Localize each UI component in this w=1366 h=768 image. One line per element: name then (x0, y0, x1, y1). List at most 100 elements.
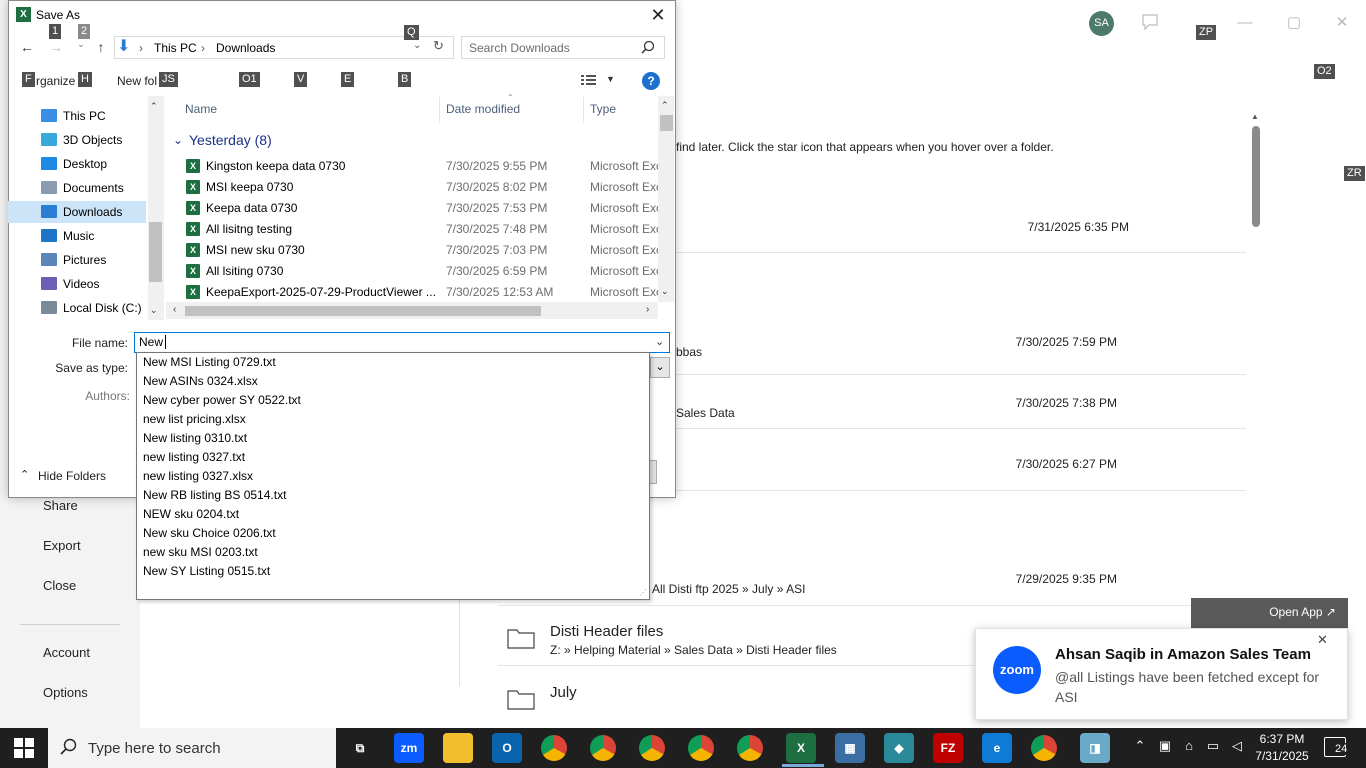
autocomplete-item[interactable]: new sku MSI 0203.txt (143, 543, 258, 562)
excel-icon[interactable]: X (786, 733, 816, 763)
autocomplete-item[interactable]: new listing 0327.txt (143, 448, 245, 467)
scroll-up-icon[interactable]: ▲ (1251, 112, 1259, 121)
maximize-icon[interactable]: ▢ (1279, 8, 1309, 38)
file-row[interactable]: X Kingston keepa data 0730 7/30/2025 9:55 … (184, 156, 658, 177)
back-arrow-icon[interactable]: ← (18, 39, 36, 55)
notes-icon[interactable]: ◨ (1080, 733, 1110, 763)
scroll-left-icon[interactable]: ‹ (173, 304, 176, 315)
account-nav-item[interactable]: Account (43, 645, 90, 660)
date-column-header[interactable]: Date modified (446, 102, 520, 116)
cancel-button[interactable] (649, 460, 657, 484)
view-options-icon[interactable] (581, 74, 599, 86)
resize-grip-icon[interactable]: ⋰ (639, 588, 647, 597)
tree-item-3d-objects[interactable]: 3D Objects (8, 129, 146, 151)
autocomplete-item[interactable]: New cyber power SY 0522.txt (143, 391, 301, 410)
tree-item-this-pc[interactable]: This PC (8, 105, 146, 127)
export-nav-item[interactable]: Export (43, 538, 81, 553)
up-arrow-icon[interactable]: ↑ (92, 39, 110, 55)
task-view-icon[interactable]: ⧉ (345, 733, 375, 763)
tree-item-videos[interactable]: Videos (8, 273, 146, 295)
autocomplete-item[interactable]: New ASINs 0324.xlsx (143, 372, 258, 391)
autocomplete-item[interactable]: New sku Choice 0206.txt (143, 524, 276, 543)
tree-item-music[interactable]: Music (8, 225, 146, 247)
tree-item-local-disk-c[interactable]: Local Disk (C:) (8, 297, 146, 319)
file-row[interactable]: X All lisitng testing 7/30/2025 7:48 PM Mic… (184, 219, 658, 240)
app-icon[interactable]: ◆ (884, 733, 914, 763)
close-window-icon[interactable]: ✕ (1327, 8, 1357, 38)
zoom-icon[interactable]: zm (394, 733, 424, 763)
file-list-hscroll-thumb[interactable] (185, 306, 541, 316)
calculator-icon[interactable]: ▦ (835, 733, 865, 763)
file-row[interactable]: X Keepa data 0730 7/30/2025 7:53 PM Microso… (184, 198, 658, 219)
tree-scrollbar[interactable] (148, 96, 164, 320)
tree-item-downloads[interactable]: Downloads (8, 201, 146, 223)
group-collapse-icon[interactable]: ⌄ (173, 133, 183, 147)
file-row[interactable]: X All lsiting 0730 7/30/2025 6:59 PM Micros… (184, 261, 658, 282)
chevron-up-icon[interactable]: ⌃ (20, 468, 29, 481)
close-nav-item[interactable]: Close (43, 578, 76, 593)
autocomplete-item[interactable]: new listing 0327.xlsx (143, 467, 253, 486)
tree-item-desktop[interactable]: Desktop (8, 153, 146, 175)
meet-now-icon[interactable]: ▣ (1156, 738, 1174, 754)
autocomplete-item[interactable]: New RB listing BS 0514.txt (143, 486, 286, 505)
file-row[interactable]: X MSI keepa 0730 7/30/2025 8:02 PM Microsof… (184, 177, 658, 198)
autocomplete-item[interactable]: New MSI Listing 0729.txt (143, 353, 276, 372)
recent-locations-icon[interactable]: ⌄ (72, 39, 90, 50)
autocomplete-item[interactable]: new list pricing.xlsx (143, 410, 246, 429)
refresh-icon[interactable]: ↻ (433, 38, 444, 54)
options-nav-item[interactable]: Options (43, 685, 88, 700)
search-input[interactable]: Search Downloads (469, 41, 570, 55)
scroll-right-icon[interactable]: › (646, 304, 649, 315)
backstage-scroll-thumb[interactable] (1252, 126, 1260, 227)
filezilla-icon[interactable]: FZ (933, 733, 963, 763)
scroll-up-icon[interactable]: ⌃ (150, 101, 158, 112)
show-hidden-icons-icon[interactable]: ⌃ (1131, 738, 1149, 754)
scroll-down-icon[interactable]: ⌄ (661, 286, 669, 297)
save-as-type-dropdown-icon[interactable]: ⌄ (650, 357, 670, 378)
hide-folders-button[interactable]: Hide Folders (38, 469, 106, 483)
breadcrumb-downloads[interactable]: Downloads (216, 41, 275, 55)
file-explorer-icon[interactable] (443, 733, 473, 763)
group-header[interactable]: Yesterday (8) (189, 132, 272, 148)
new-folder-button[interactable]: New fol (117, 74, 157, 88)
open-app-button[interactable]: Open App ↗ (1191, 598, 1348, 628)
autocomplete-item[interactable]: New SY Listing 0515.txt (143, 562, 270, 581)
taskbar-clock[interactable]: 6:37 PM 7/31/2025 (1252, 731, 1312, 765)
organize-button[interactable]: rganize (36, 74, 75, 88)
outlook-icon[interactable]: O (492, 733, 522, 763)
scroll-down-icon[interactable]: ⌄ (150, 305, 158, 316)
file-name-dropdown-icon[interactable]: ⌄ (655, 335, 664, 348)
chrome-icon-6[interactable] (1031, 735, 1057, 761)
chrome-icon-5[interactable] (737, 735, 763, 761)
breadcrumb-this-pc[interactable]: This PC (154, 41, 197, 55)
tree-item-pictures[interactable]: Pictures (8, 249, 146, 271)
address-dropdown-icon[interactable]: ⌄ (413, 40, 421, 51)
file-name-input[interactable] (134, 332, 670, 353)
folder-name[interactable]: July (550, 684, 577, 701)
chrome-icon-1[interactable] (541, 735, 567, 761)
view-dropdown-icon[interactable]: ▼ (606, 74, 615, 84)
folder-name[interactable]: Disti Header files (550, 623, 663, 640)
file-row[interactable]: X MSI new sku 0730 7/30/2025 7:03 PM Micros… (184, 240, 658, 261)
chrome-icon-4[interactable] (688, 735, 714, 761)
close-icon[interactable]: ✕ (643, 3, 673, 27)
name-column-header[interactable]: Name (185, 102, 217, 116)
toast-close-icon[interactable]: ✕ (1317, 632, 1328, 648)
scroll-up-icon[interactable]: ⌃ (661, 100, 669, 111)
chrome-icon-2[interactable] (590, 735, 616, 761)
avatar[interactable]: SA (1089, 11, 1114, 36)
feedback-icon[interactable] (1140, 12, 1160, 32)
windows-start-icon[interactable] (14, 738, 34, 758)
minimize-icon[interactable]: — (1230, 8, 1260, 38)
autocomplete-item[interactable]: New listing 0310.txt (143, 429, 247, 448)
autocomplete-item[interactable]: NEW sku 0204.txt (143, 505, 239, 524)
file-list-vscroll-thumb[interactable] (660, 115, 673, 131)
share-nav-item[interactable]: Share (43, 498, 78, 513)
help-icon[interactable]: ? (642, 72, 660, 90)
file-row[interactable]: X KeepaExport-2025-07-29-ProductViewer ..… (184, 282, 658, 303)
taskbar-search-input[interactable]: Type here to search (88, 740, 221, 757)
network-icon[interactable]: ⌂ (1180, 738, 1198, 753)
forward-arrow-icon[interactable]: → (47, 39, 65, 55)
volume-icon[interactable]: ◁ (1228, 738, 1246, 754)
type-column-header[interactable]: Type (590, 102, 616, 116)
